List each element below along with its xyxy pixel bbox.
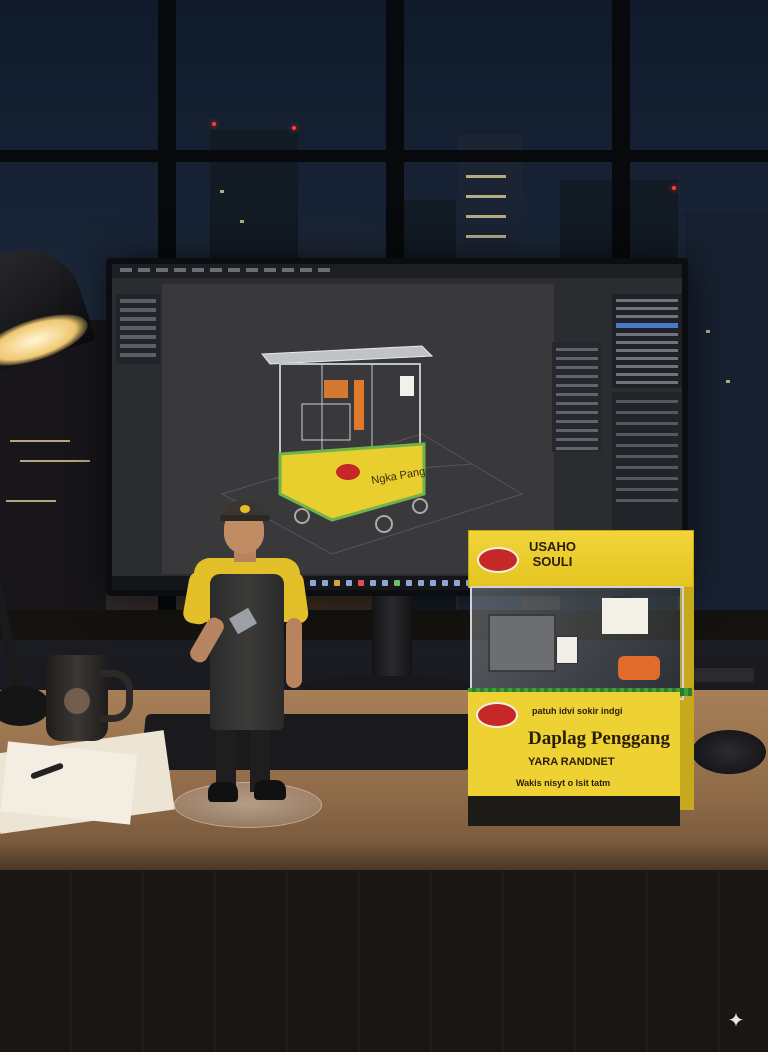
figurine-acrylic-base bbox=[174, 782, 322, 828]
box-front-panel: patuh idvi sokir indgi Daplag Penggang Y… bbox=[468, 692, 680, 800]
mechanical-keyboard bbox=[140, 714, 476, 770]
figurine-shoe bbox=[254, 780, 286, 800]
box-small-text: patuh idvi sokir indgi bbox=[532, 706, 623, 716]
desk-scene: Ngka Pang USAHO SOULI patuh idvi sokir i… bbox=[0, 0, 768, 1052]
tool-sidebar[interactable] bbox=[116, 294, 160, 364]
miniature-grill bbox=[488, 614, 556, 672]
aviation-light bbox=[212, 122, 216, 126]
figurine-cap-brim bbox=[220, 515, 270, 521]
figurine-apron bbox=[210, 574, 284, 730]
miniature-food bbox=[618, 656, 660, 680]
aviation-light bbox=[292, 126, 296, 130]
desk-edge bbox=[0, 842, 768, 870]
mug-handle bbox=[100, 670, 133, 722]
box-tagline: Wakis nisyt o lsit tatm bbox=[516, 778, 611, 788]
city-lights bbox=[0, 320, 106, 640]
monitor-stand bbox=[372, 596, 412, 676]
box-product-title: Daplag Penggang bbox=[528, 728, 670, 749]
app-menubar[interactable] bbox=[112, 264, 682, 278]
small-keyboard bbox=[694, 668, 754, 682]
brand-logo bbox=[477, 547, 519, 573]
window-frame bbox=[386, 0, 404, 270]
window-frame bbox=[0, 150, 768, 162]
figurine-arm bbox=[286, 618, 302, 688]
aviation-light bbox=[672, 186, 676, 190]
box-subtitle: YARA RANDNET bbox=[528, 756, 615, 768]
building bbox=[686, 210, 768, 640]
figurine-shoe bbox=[208, 782, 238, 802]
wooden-floor bbox=[0, 870, 768, 1052]
sketch-paper bbox=[0, 741, 138, 825]
box-bottom-band bbox=[468, 796, 680, 826]
scene-outliner[interactable] bbox=[612, 294, 682, 388]
cap-logo bbox=[240, 505, 250, 513]
miniature-menu-sign bbox=[602, 598, 648, 634]
mug-logo bbox=[64, 688, 90, 714]
miniature-qr-sign bbox=[556, 636, 578, 664]
sparkle-icon: ✦ bbox=[727, 1008, 745, 1032]
box-top-title: USAHO SOULI bbox=[529, 539, 576, 569]
viewport-properties-panel[interactable] bbox=[552, 342, 602, 452]
box-top-panel: USAHO SOULI bbox=[468, 530, 694, 588]
brand-logo bbox=[476, 702, 518, 728]
computer-mouse bbox=[692, 730, 766, 774]
